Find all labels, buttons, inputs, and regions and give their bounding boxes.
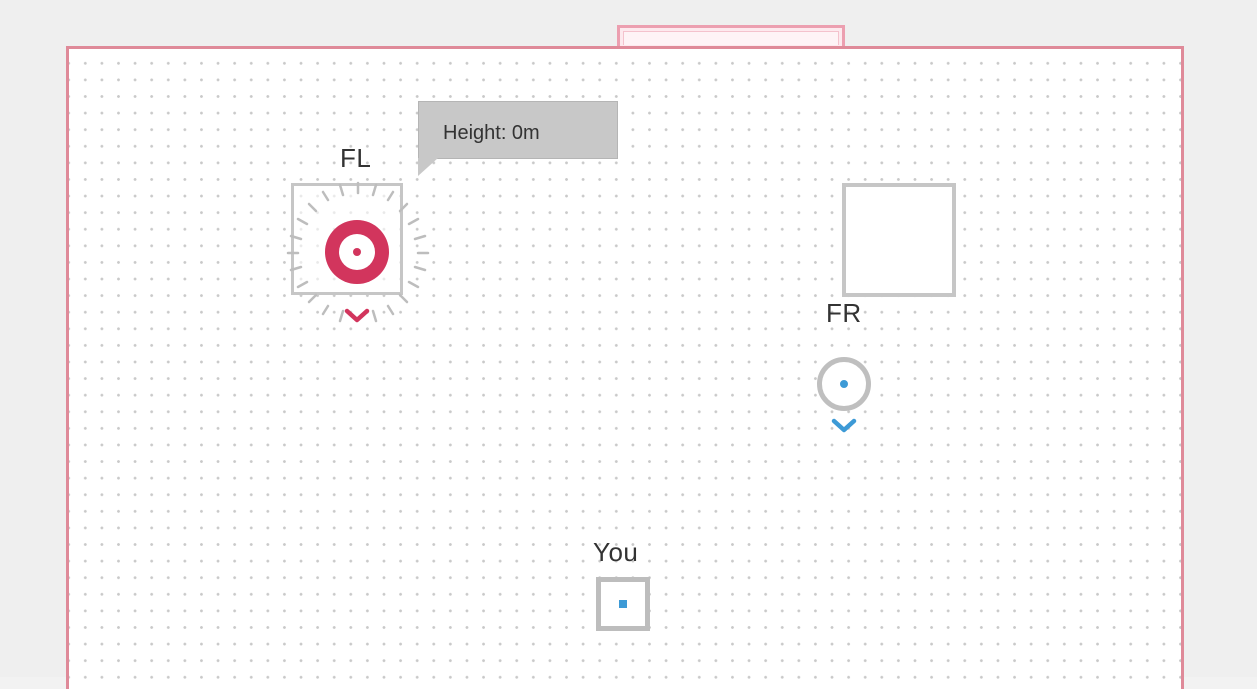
- chevron-down-icon[interactable]: [830, 417, 858, 435]
- room-doorway-inner: [623, 31, 839, 45]
- speaker-fl-target-icon[interactable]: [325, 220, 389, 284]
- chevron-down-icon[interactable]: [343, 307, 371, 325]
- speaker-placement-canvas: Height: 0m FL FR You: [0, 0, 1257, 689]
- speaker-label-fr: FR: [826, 298, 862, 328]
- tooltip-tail: [418, 158, 438, 176]
- speaker-fr-icon[interactable]: [817, 357, 871, 411]
- listener-position-icon[interactable]: [596, 577, 650, 631]
- height-tooltip: Height: 0m: [418, 101, 618, 159]
- speaker-label-fl: FL: [340, 143, 372, 173]
- listener-label: You: [593, 537, 639, 567]
- speaker-slot-fr[interactable]: [842, 183, 956, 297]
- height-tooltip-text: Height: 0m: [443, 122, 540, 144]
